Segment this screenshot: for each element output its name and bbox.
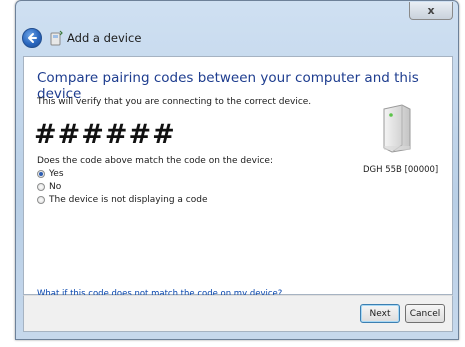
title-bar: x Add a device — [16, 1, 458, 56]
radio-no-code[interactable]: The device is not displaying a code — [37, 195, 208, 205]
radio-label-no-code: The device is not displaying a code — [49, 195, 208, 205]
add-device-window: x Add a device Compare pairing codes bet… — [15, 0, 459, 340]
next-button[interactable]: Next — [360, 304, 400, 323]
radio-no[interactable]: No — [37, 182, 61, 192]
radio-button-no[interactable] — [37, 183, 45, 191]
radio-yes[interactable]: Yes — [37, 169, 64, 179]
back-button[interactable] — [22, 28, 42, 48]
question-text: Does the code above match the code on th… — [37, 156, 273, 166]
close-button[interactable]: x — [409, 2, 453, 20]
radio-label-no: No — [49, 182, 62, 192]
radio-button-yes[interactable] — [37, 170, 45, 178]
window-title: Add a device — [67, 31, 142, 45]
pairing-code: ###### — [34, 119, 176, 150]
device-label: DGH 55B [00000] — [363, 165, 439, 175]
radio-label-yes: Yes — [49, 169, 64, 179]
footer-bar: Next Cancel — [23, 295, 453, 332]
radio-button-no-code[interactable] — [37, 196, 45, 204]
cancel-button[interactable]: Cancel — [405, 304, 445, 323]
content-area: Compare pairing codes between your compu… — [23, 56, 453, 299]
description-text: This will verify that you are connecting… — [37, 97, 312, 107]
bluetooth-device-icon — [50, 30, 63, 46]
back-arrow-icon — [28, 33, 37, 43]
radio-selected-dot — [39, 172, 43, 176]
device-tower-icon — [383, 104, 411, 153]
close-icon: x — [427, 4, 435, 17]
